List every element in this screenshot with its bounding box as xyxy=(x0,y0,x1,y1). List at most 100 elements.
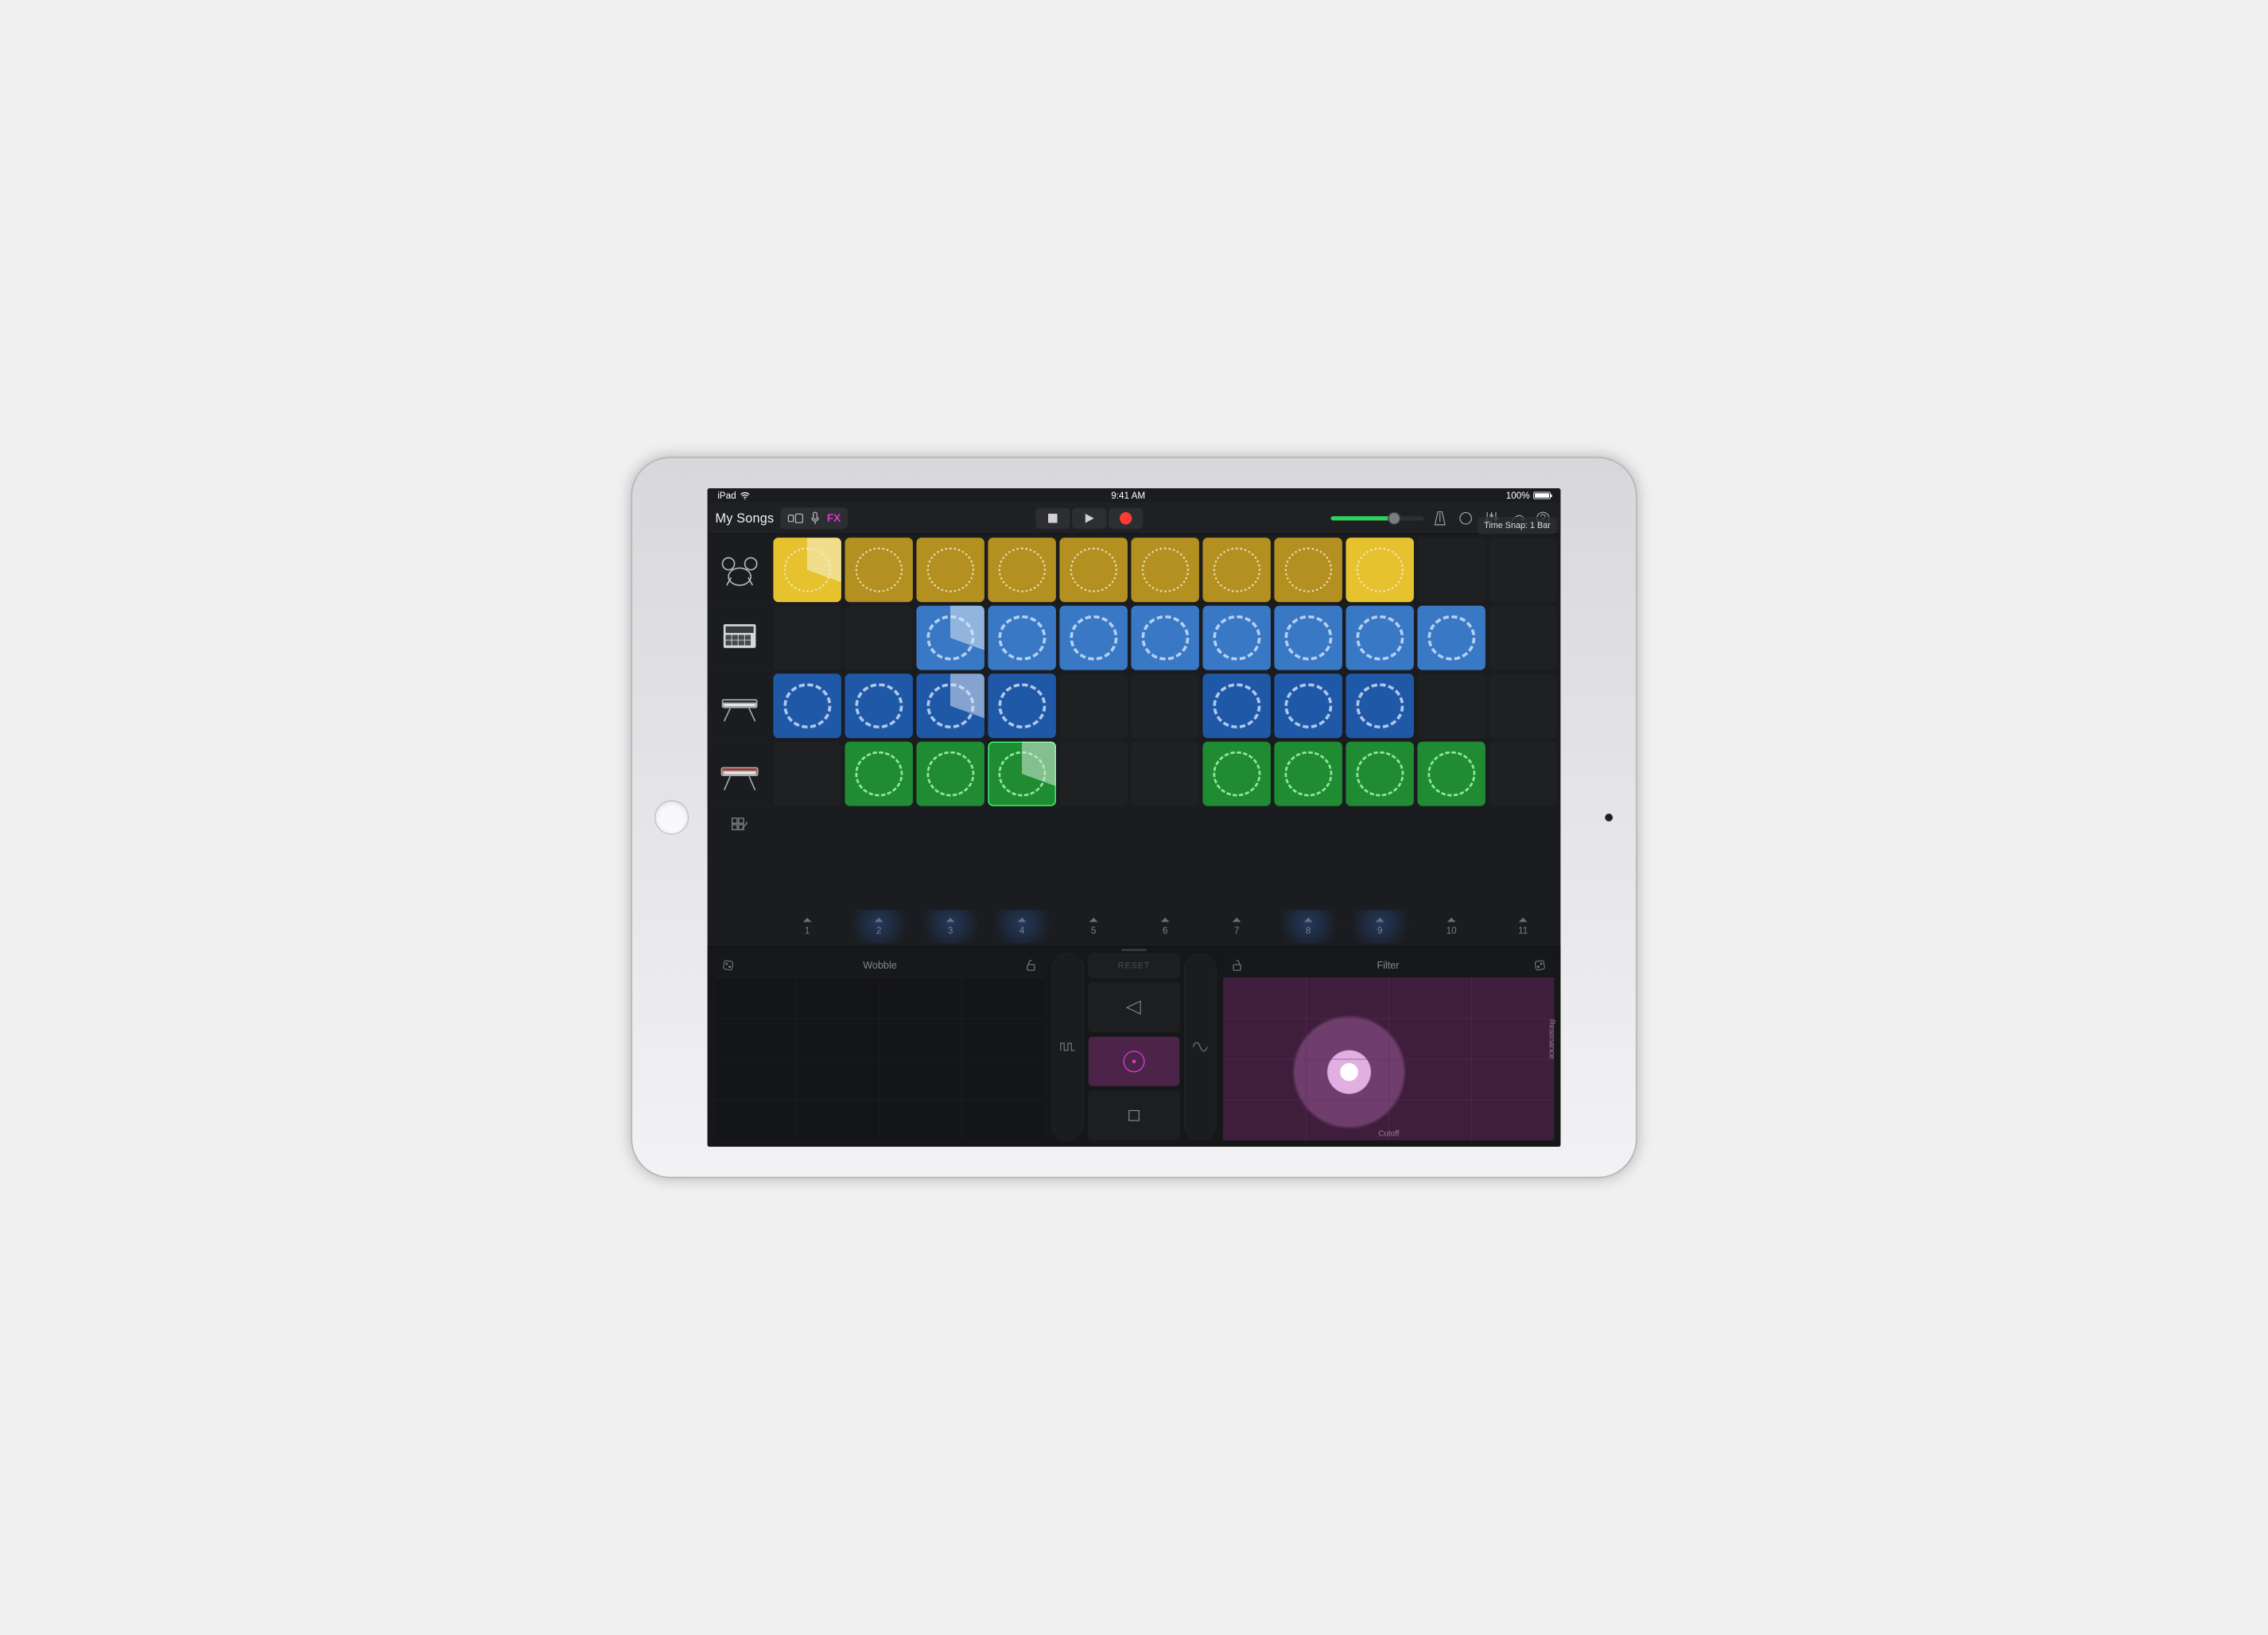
loop-cell[interactable] xyxy=(1202,538,1271,602)
column-trigger[interactable]: 3 xyxy=(916,910,984,943)
track-keys[interactable] xyxy=(708,670,772,739)
loop-cell[interactable] xyxy=(1274,538,1342,602)
track-sampler[interactable] xyxy=(708,602,772,670)
loop-cell[interactable] xyxy=(916,606,984,670)
waveform-ring-icon xyxy=(926,616,974,661)
column-number: 2 xyxy=(876,925,882,936)
track-headers xyxy=(708,534,772,946)
column-trigger[interactable]: 10 xyxy=(1417,910,1485,943)
column-trigger[interactable]: 7 xyxy=(1202,910,1271,943)
waveform-ring-icon xyxy=(1213,751,1260,797)
waveform-ring-icon xyxy=(1141,616,1189,661)
fx-center-strip: RESET xyxy=(1052,953,1217,1140)
column-trigger[interactable]: 6 xyxy=(1131,910,1199,943)
my-songs-button[interactable]: My Songs xyxy=(716,511,775,526)
loop-cell[interactable] xyxy=(1346,538,1414,602)
touch-strip-sine[interactable] xyxy=(1184,953,1217,1140)
waveform-ring-icon xyxy=(1070,547,1117,592)
column-trigger[interactable]: 9 xyxy=(1346,910,1414,943)
lock-open-icon[interactable] xyxy=(1231,959,1242,972)
loop-cell-empty[interactable] xyxy=(1417,674,1485,738)
loop-cell[interactable] xyxy=(1059,538,1128,602)
loop-cell[interactable] xyxy=(1274,674,1342,738)
loop-cell[interactable] xyxy=(1417,606,1485,670)
loop-cell[interactable] xyxy=(1417,742,1485,806)
column-trigger[interactable]: 2 xyxy=(845,910,912,943)
grid-edit-icon[interactable] xyxy=(708,806,772,846)
loop-cell[interactable] xyxy=(1059,606,1128,670)
track-drums[interactable] xyxy=(708,534,772,603)
loop-cell[interactable] xyxy=(1131,606,1199,670)
loop-cell[interactable] xyxy=(1274,742,1342,806)
grid-row xyxy=(773,606,1556,670)
loop-cell[interactable] xyxy=(1131,538,1199,602)
stop-button[interactable] xyxy=(1035,508,1070,529)
loop-cell-empty[interactable] xyxy=(1131,674,1199,738)
loop-cell[interactable] xyxy=(988,742,1056,806)
loop-cell-empty[interactable] xyxy=(1489,538,1557,602)
loop-cell[interactable] xyxy=(1202,742,1271,806)
record-button[interactable] xyxy=(1109,508,1143,529)
loop-cell[interactable] xyxy=(988,606,1056,670)
loop-cell[interactable] xyxy=(988,538,1056,602)
reverse-button[interactable] xyxy=(1088,982,1179,1032)
column-trigger[interactable]: 1 xyxy=(773,910,841,943)
loop-cell[interactable] xyxy=(916,538,984,602)
loop-icon[interactable] xyxy=(1456,508,1475,527)
loop-cell-empty[interactable] xyxy=(1131,742,1199,806)
loop-cell[interactable] xyxy=(773,674,841,738)
fx-xy-left[interactable] xyxy=(714,978,1045,1140)
track-synth[interactable] xyxy=(708,738,772,806)
axis-resonance-label: Resonance xyxy=(1548,1019,1557,1059)
loop-cell[interactable] xyxy=(988,674,1056,738)
touch-strip-square[interactable] xyxy=(1052,953,1085,1140)
metronome-icon[interactable] xyxy=(1431,508,1450,527)
microphone-icon[interactable] xyxy=(810,511,820,526)
loop-cell-empty[interactable] xyxy=(1489,674,1557,738)
loop-cell[interactable] xyxy=(1202,606,1271,670)
column-trigger[interactable]: 4 xyxy=(988,910,1056,943)
waveform-ring-icon xyxy=(1284,751,1332,797)
stop-fx-button[interactable] xyxy=(1088,1090,1179,1140)
home-button[interactable] xyxy=(654,800,689,834)
lock-open-icon[interactable] xyxy=(1025,959,1036,972)
randomize-icon[interactable] xyxy=(1533,959,1546,972)
loop-cell-empty[interactable] xyxy=(1059,742,1128,806)
browser-view-icon[interactable] xyxy=(787,513,803,524)
loop-cell[interactable] xyxy=(916,674,984,738)
loop-cell[interactable] xyxy=(845,674,912,738)
fx-button[interactable]: FX xyxy=(827,512,841,524)
drag-handle-icon[interactable] xyxy=(1121,949,1147,951)
loop-cell-empty[interactable] xyxy=(1489,742,1557,806)
column-trigger[interactable]: 11 xyxy=(1489,910,1557,943)
column-number: 5 xyxy=(1091,925,1097,936)
loop-cell-empty[interactable] xyxy=(773,606,841,670)
loop-cell[interactable] xyxy=(1346,742,1414,806)
loop-cell[interactable] xyxy=(1346,606,1414,670)
loop-cell-empty[interactable] xyxy=(773,742,841,806)
loop-cell-empty[interactable] xyxy=(845,606,912,670)
loop-cell-empty[interactable] xyxy=(1059,674,1128,738)
fx-panel: Wobble RESET xyxy=(708,946,1561,1147)
loop-cell[interactable] xyxy=(1274,606,1342,670)
volume-slider[interactable] xyxy=(1331,516,1424,520)
loop-cell[interactable] xyxy=(845,742,912,806)
loop-cell-empty[interactable] xyxy=(1417,538,1485,602)
app-screen: iPad 9:41 AM 100% My Songs xyxy=(708,488,1561,1147)
fx-xy-right[interactable]: Resonance Cutoff xyxy=(1224,978,1555,1140)
loop-cell[interactable] xyxy=(1346,674,1414,738)
reset-button[interactable]: RESET xyxy=(1088,953,1179,979)
play-button[interactable] xyxy=(1072,508,1106,529)
loop-cell[interactable] xyxy=(773,538,841,602)
column-trigger[interactable]: 5 xyxy=(1059,910,1128,943)
column-number: 3 xyxy=(948,925,953,936)
loop-cell[interactable] xyxy=(1202,674,1271,738)
scratch-button[interactable] xyxy=(1088,1036,1179,1086)
randomize-icon[interactable] xyxy=(722,959,735,972)
time-snap-label[interactable]: Time Snap: 1 Bar xyxy=(1478,517,1557,534)
waveform-ring-icon xyxy=(1427,751,1475,797)
column-trigger[interactable]: 8 xyxy=(1274,910,1342,943)
loop-cell[interactable] xyxy=(916,742,984,806)
loop-cell-empty[interactable] xyxy=(1489,606,1557,670)
loop-cell[interactable] xyxy=(845,538,912,602)
